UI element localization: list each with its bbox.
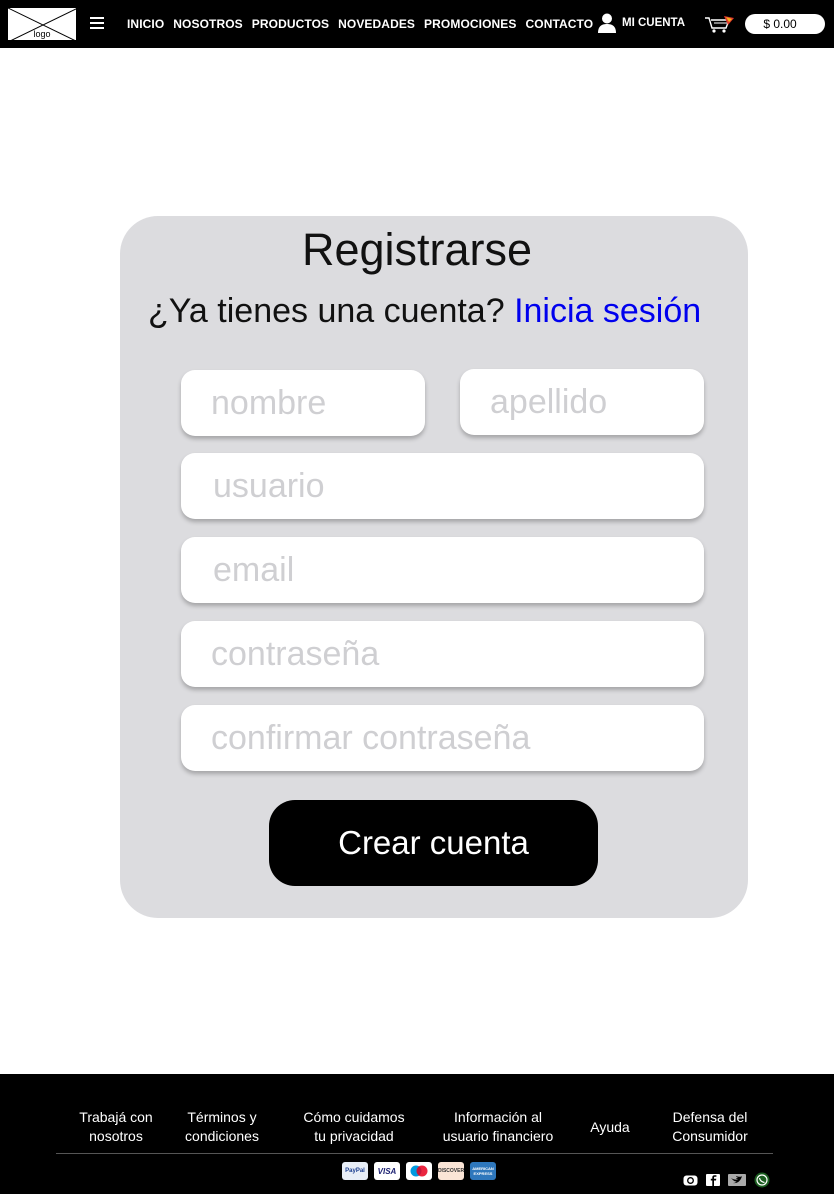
visa-icon: VISA (374, 1162, 400, 1180)
account-link[interactable]: MI CUENTA (598, 13, 685, 33)
password-field[interactable]: contraseña (181, 621, 704, 687)
last-name-field[interactable]: apellido (460, 369, 704, 435)
footer-link-jobs[interactable]: Trabajá con nosotros (64, 1108, 168, 1146)
footer-link-privacy[interactable]: Cómo cuidamos tu privacidad (284, 1108, 424, 1146)
username-field[interactable]: usuario (181, 453, 704, 519)
payment-methods: PayPal VISA DISCOVER AMERICAN EXPRESS (342, 1162, 496, 1180)
email-placeholder: email (213, 550, 295, 589)
nav-contacto[interactable]: CONTACTO (526, 17, 594, 31)
footer-links: Trabajá con nosotros Términos y condicio… (64, 1108, 764, 1146)
nav-novedades[interactable]: NOVEDADES (338, 17, 415, 31)
cart-icon (705, 16, 734, 33)
user-icon (598, 13, 616, 33)
confirm-password-placeholder: confirmar contraseña (211, 718, 531, 757)
login-prompt-text: ¿Ya tienes una cuenta? (148, 292, 505, 330)
password-placeholder: contraseña (211, 634, 380, 673)
account-label: MI CUENTA (622, 17, 686, 29)
cart-button[interactable] (704, 14, 736, 39)
footer-link-help[interactable]: Ayuda (578, 1118, 642, 1137)
menu-icon[interactable] (90, 17, 104, 31)
facebook-icon[interactable] (706, 1174, 720, 1186)
logo[interactable]: logo (7, 7, 77, 41)
last-name-placeholder: apellido (490, 382, 608, 421)
confirm-password-field[interactable]: confirmar contraseña (181, 705, 704, 771)
nav-nosotros[interactable]: NOSOTROS (173, 17, 242, 31)
email-field[interactable]: email (181, 537, 704, 603)
cart-balance[interactable]: $ 0.00 (745, 14, 825, 34)
logo-text: logo (33, 29, 51, 39)
first-name-placeholder: nombre (211, 383, 327, 422)
footer-link-financial-info[interactable]: Información al usuario financiero (428, 1108, 568, 1146)
footer-link-terms[interactable]: Términos y condiciones (168, 1108, 276, 1146)
first-name-field[interactable]: nombre (181, 370, 425, 436)
login-link[interactable]: Inicia sesión (514, 292, 701, 330)
maestro-icon (406, 1162, 432, 1180)
main-nav: INICIO NOSOTROS PRODUCTOS NOVEDADES PROM… (127, 17, 593, 31)
nav-productos[interactable]: PRODUCTOS (252, 17, 329, 31)
discover-icon: DISCOVER (438, 1162, 464, 1180)
whatsapp-icon[interactable] (754, 1172, 770, 1188)
top-navbar: logo INICIO NOSOTROS PRODUCTOS NOVEDADES… (0, 0, 834, 48)
social-links (683, 1172, 770, 1188)
login-prompt: ¿Ya tienes una cuenta? Inicia sesión (148, 292, 701, 331)
username-placeholder: usuario (213, 466, 325, 505)
paypal-icon: PayPal (342, 1162, 368, 1180)
nav-inicio[interactable]: INICIO (127, 17, 164, 31)
page-title: Registrarse (301, 224, 533, 275)
nav-promociones[interactable]: PROMOCIONES (424, 17, 516, 31)
create-account-button[interactable]: Crear cuenta (269, 800, 598, 886)
footer-divider (56, 1153, 773, 1154)
twitter-icon[interactable] (728, 1174, 746, 1186)
instagram-icon[interactable] (683, 1175, 698, 1186)
footer-link-consumer-defense[interactable]: Defensa del Consumidor (662, 1108, 758, 1146)
amex-icon: AMERICAN EXPRESS (470, 1162, 496, 1180)
